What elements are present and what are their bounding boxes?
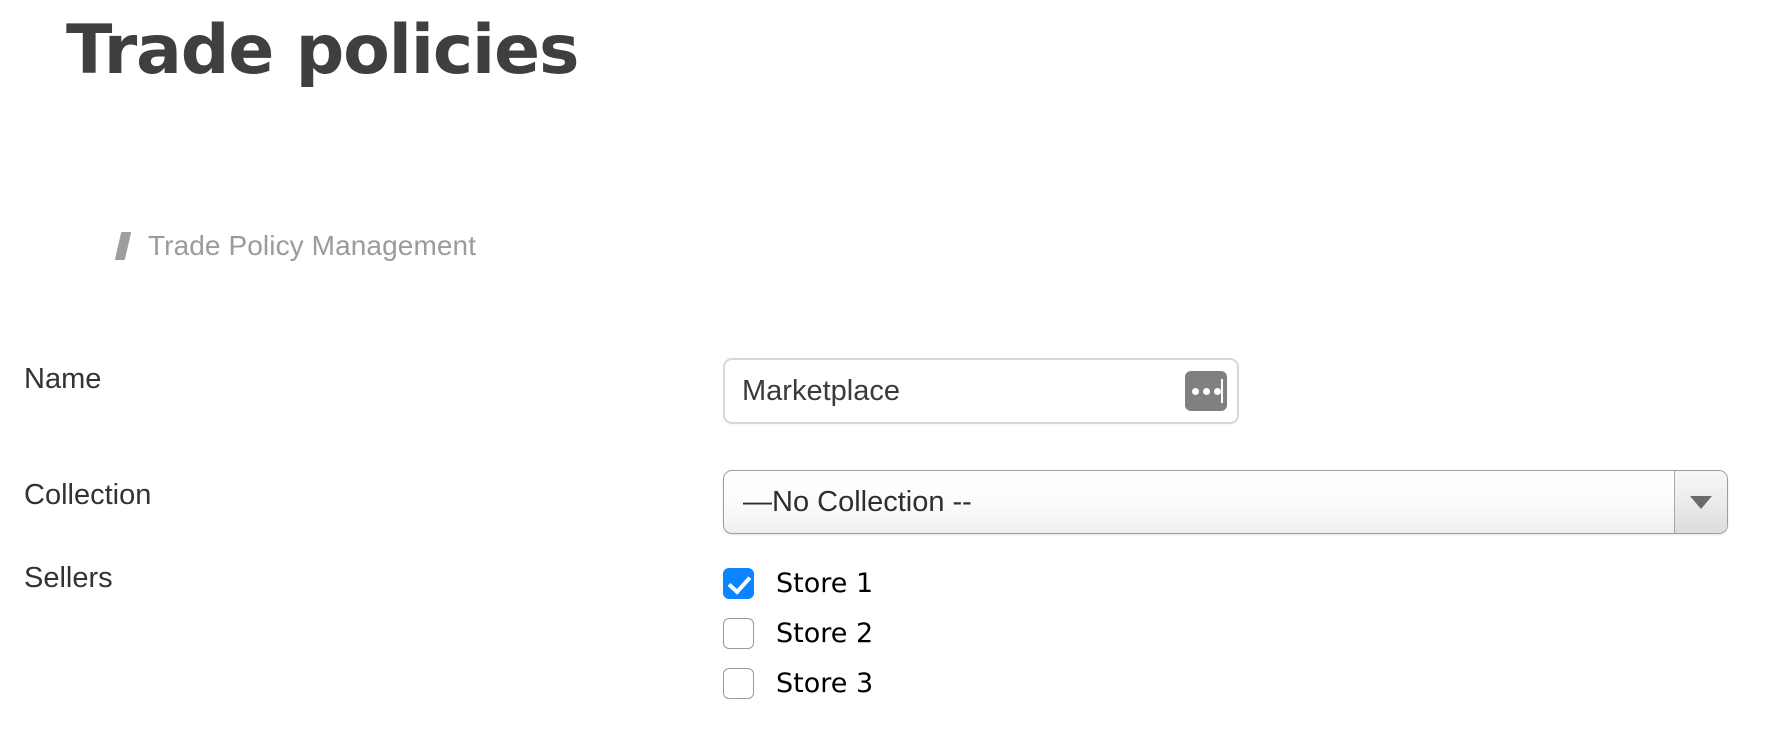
breadcrumb-label: Trade Policy Management	[148, 230, 477, 261]
seller-checkbox-store-1[interactable]	[723, 567, 754, 599]
ellipsis-dot-2	[1202, 387, 1210, 395]
seller-label-store-1: Store 1	[776, 567, 874, 599]
ellipsis-dot-3	[1213, 387, 1221, 395]
sellers-checkbox-list: Store 1 Store 2 Store 3	[723, 558, 873, 708]
seller-label-store-2: Store 2	[776, 617, 874, 649]
seller-row-store-1[interactable]: Store 1	[723, 558, 873, 608]
seller-label-store-3: Store 3	[776, 667, 874, 699]
checkmark-icon	[727, 569, 752, 595]
slash-bar-icon	[114, 232, 132, 260]
triangle-down-icon	[1690, 495, 1712, 509]
collection-dropdown-button[interactable]	[1674, 471, 1727, 533]
name-input[interactable]: Marketplace	[742, 375, 1185, 408]
collection-selected-value: —No Collection --	[743, 485, 972, 518]
seller-row-store-3[interactable]: Store 3	[723, 658, 873, 708]
text-cursor-icon	[1221, 379, 1223, 403]
seller-row-store-2[interactable]: Store 2	[723, 608, 873, 658]
name-input-wrapper[interactable]: Marketplace	[723, 358, 1239, 424]
seller-checkbox-store-2[interactable]	[723, 617, 754, 649]
sellers-label: Sellers	[24, 562, 113, 594]
collection-label: Collection	[24, 479, 152, 511]
breadcrumb: Trade Policy Management	[114, 230, 477, 262]
seller-checkbox-store-3[interactable]	[723, 667, 754, 699]
collection-select[interactable]: —No Collection --	[723, 470, 1728, 534]
page-title: Trade policies	[66, 11, 579, 90]
name-label: Name	[24, 363, 102, 395]
name-more-button[interactable]	[1185, 371, 1227, 411]
ellipsis-dot-1	[1191, 387, 1199, 395]
